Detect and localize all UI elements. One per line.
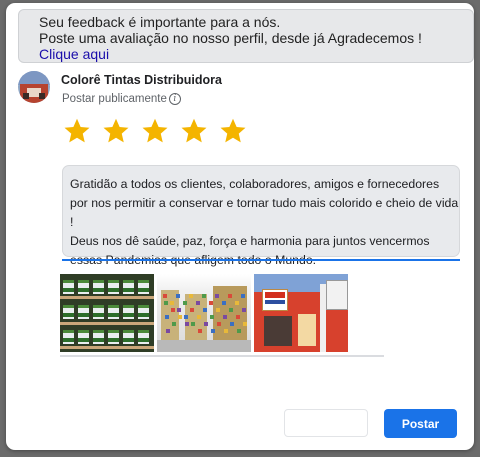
star-icon[interactable]: [218, 116, 248, 146]
business-name: Colorê Tintas Distribuidora: [61, 73, 222, 87]
photo-strip: [60, 274, 348, 356]
review-textarea[interactable]: Gratidão a todos os clientes, colaborado…: [62, 165, 460, 267]
click-here-link[interactable]: Clique aqui: [39, 46, 109, 62]
star-icon[interactable]: [140, 116, 170, 146]
star-rating[interactable]: [62, 116, 248, 146]
store-interior-photo[interactable]: [157, 274, 251, 352]
storefront-photo[interactable]: [254, 274, 348, 352]
post-button[interactable]: Postar: [384, 409, 457, 438]
post-publicly-row: Postar publicamente i: [62, 93, 181, 105]
paint-cans-shelf-photo[interactable]: [60, 274, 154, 352]
info-icon[interactable]: i: [168, 93, 181, 105]
post-publicly-label: Postar publicamente: [62, 93, 167, 105]
review-focus-underline: [62, 259, 460, 261]
review-dialog: Seu feedback é importante para a nós. Po…: [6, 3, 474, 450]
star-icon[interactable]: [179, 116, 209, 146]
banner-line-2: Poste uma avaliação no nosso perfil, des…: [39, 30, 422, 46]
feedback-banner: Seu feedback é importante para a nós. Po…: [18, 9, 474, 63]
business-avatar: [18, 71, 50, 103]
cancel-button[interactable]: [284, 409, 368, 437]
banner-line-1: Seu feedback é importante para a nós.: [39, 14, 281, 30]
photo-scrollbar[interactable]: [60, 355, 384, 357]
star-icon[interactable]: [101, 116, 131, 146]
star-icon[interactable]: [62, 116, 92, 146]
